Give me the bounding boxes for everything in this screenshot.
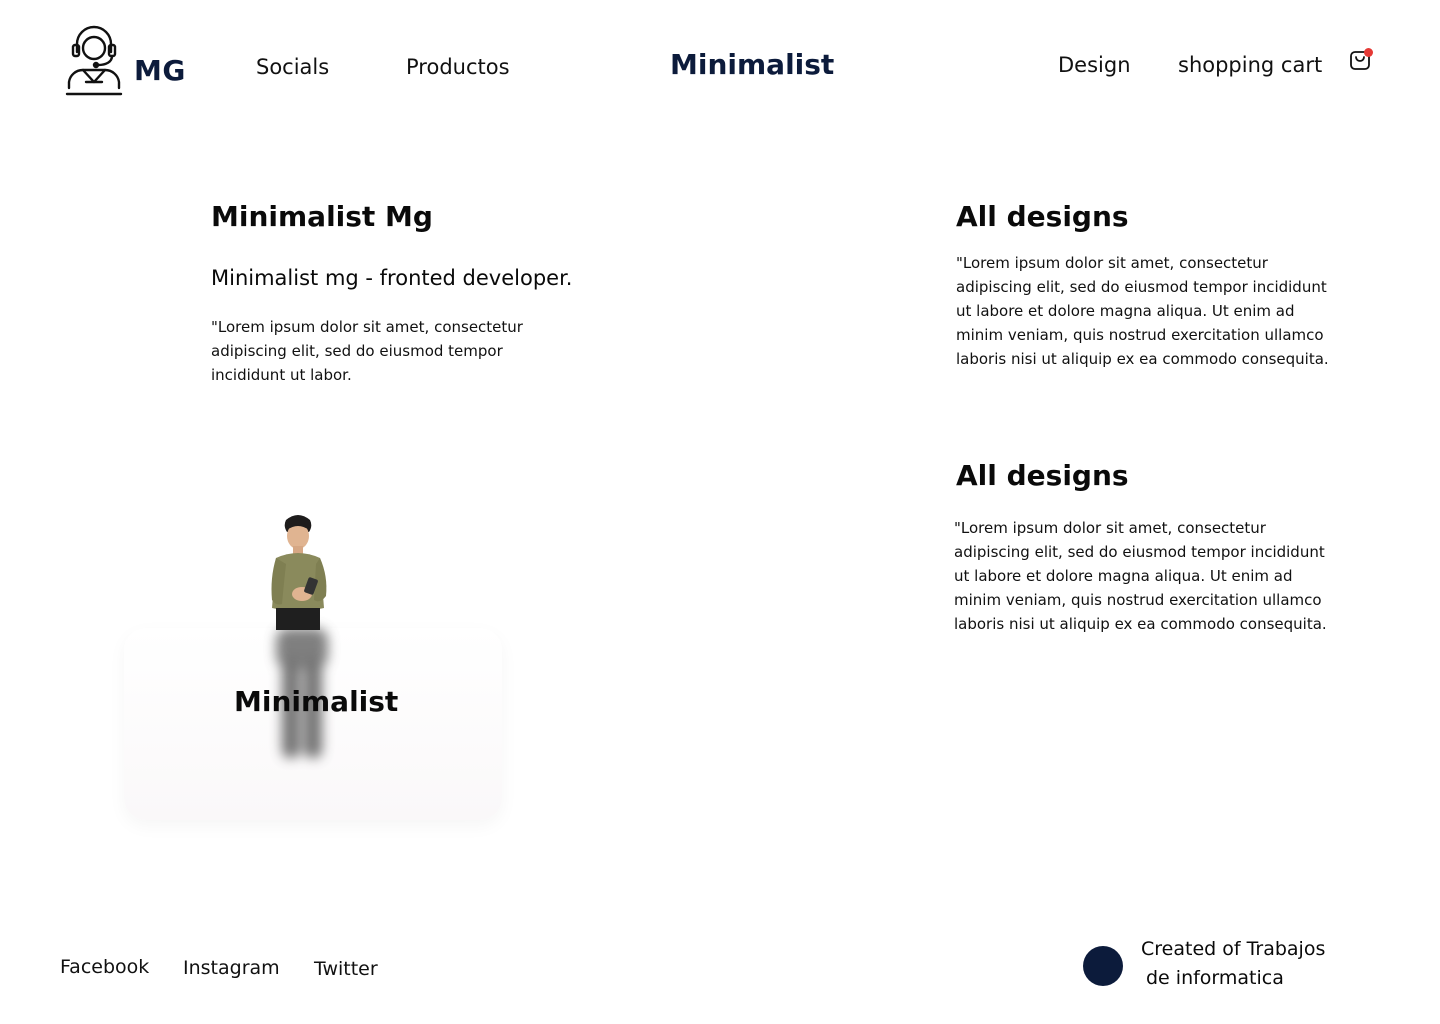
designs-title-1: All designs xyxy=(956,200,1129,233)
footer-link-instagram[interactable]: Instagram xyxy=(183,957,280,979)
nav-shopping-cart[interactable]: shopping cart xyxy=(1178,53,1322,77)
designs-title-2: All designs xyxy=(956,459,1129,492)
nav-socials[interactable]: Socials xyxy=(256,55,329,79)
nav-productos[interactable]: Productos xyxy=(406,55,510,79)
footer-dot xyxy=(1083,946,1123,986)
brand-title[interactable]: Minimalist xyxy=(670,48,834,81)
card-label: Minimalist xyxy=(234,685,399,718)
character-illustration xyxy=(271,515,327,630)
shopping-bag-icon[interactable] xyxy=(1349,46,1375,74)
footer-link-twitter[interactable]: Twitter xyxy=(314,958,378,980)
support-agent-icon xyxy=(65,25,123,96)
credit-line-1: Created of Trabajos xyxy=(1141,938,1326,960)
intro-title: Minimalist Mg xyxy=(211,200,433,233)
designs-body-1: "Lorem ipsum dolor sit amet, consectetur… xyxy=(956,254,1329,368)
intro-subtitle: Minimalist mg - fronted developer. xyxy=(211,266,573,290)
intro-body: "Lorem ipsum dolor sit amet, consectetur… xyxy=(211,318,523,384)
cart-badge xyxy=(1364,48,1373,57)
page: MG Socials Productos Minimalist Design s… xyxy=(0,0,1440,1024)
designs-body-2: "Lorem ipsum dolor sit amet, consectetur… xyxy=(954,519,1327,633)
footer-link-facebook[interactable]: Facebook xyxy=(60,956,149,978)
nav-design[interactable]: Design xyxy=(1058,53,1131,77)
credit-line-2: de informatica xyxy=(1146,967,1284,989)
logo-text[interactable]: MG xyxy=(134,54,186,87)
